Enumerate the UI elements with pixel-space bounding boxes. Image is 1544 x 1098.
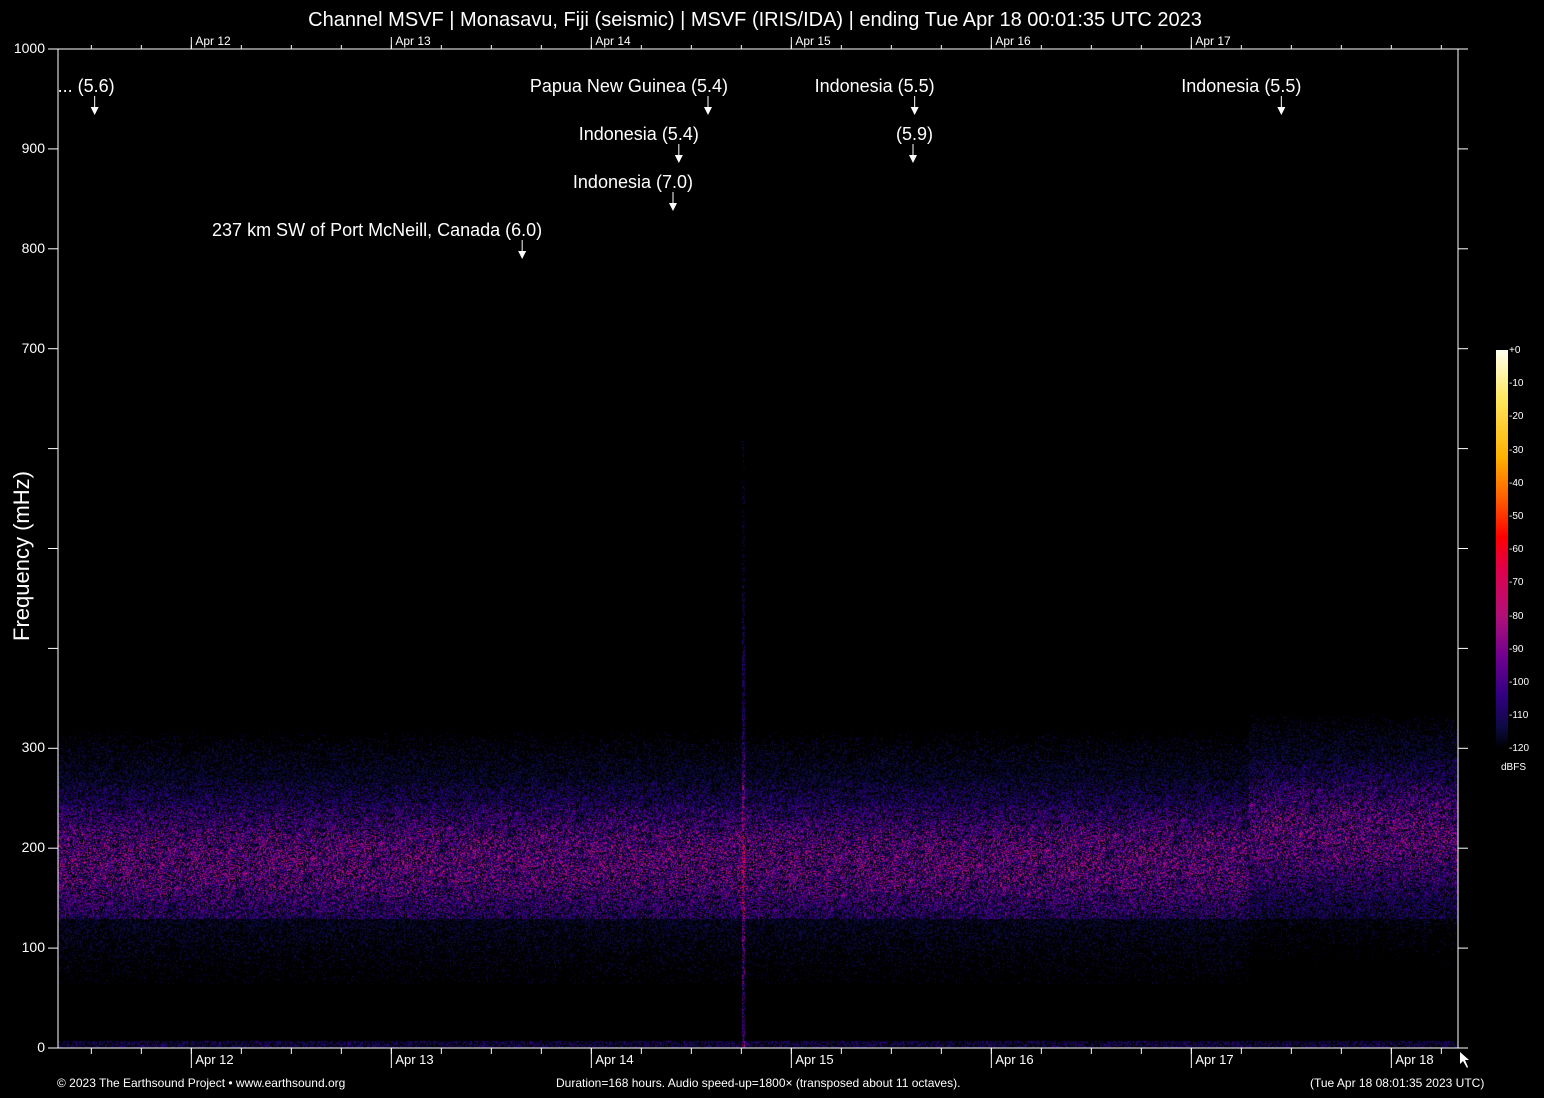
y-tick-label: 800 (21, 239, 45, 256)
y-tick-label: 700 (21, 339, 45, 356)
x-tick-label-top: Apr 14 (595, 34, 631, 48)
colorbar-tick-label: -70 (1509, 577, 1524, 589)
colorbar-tick-label: -60 (1509, 544, 1524, 556)
chart-axes (48, 37, 1469, 1068)
colorbar-unit: dBFS (1501, 762, 1527, 773)
x-tick-label: Apr 17 (1195, 1052, 1234, 1067)
x-tick-label: Apr 13 (395, 1052, 434, 1067)
x-tick-label-top: Apr 17 (1195, 34, 1231, 48)
y-tick-label: 300 (21, 739, 45, 756)
x-tick-label-top: Apr 16 (995, 34, 1031, 48)
colorbar-tick-label: -80 (1509, 610, 1524, 622)
event-label: Indonesia (5.5) (1181, 76, 1302, 96)
colorbar-tick-label: -110 (1509, 710, 1529, 722)
event-arrow-icon (669, 203, 677, 211)
colorbar-tick-label: -90 (1509, 643, 1524, 655)
colorbar (1496, 350, 1508, 748)
y-tick-label: 100 (21, 939, 45, 956)
event-label: Indonesia (5.5) (814, 76, 935, 96)
y-tick-label: 1000 (13, 40, 45, 56)
event-arrow-icon (909, 155, 917, 163)
local-time: (Tue Apr 18 08:01:35 2023 UTC) (1310, 1076, 1485, 1090)
event-arrow-icon (518, 251, 527, 259)
y-tick-label: 900 (21, 139, 45, 156)
event-label: Indonesia (5.4) (578, 124, 699, 144)
end-marker-icon (1460, 1052, 1469, 1068)
event-arrow-icon (910, 107, 919, 115)
y-tick-label: 200 (21, 839, 45, 856)
event-label: Indonesia (7.0) (572, 172, 693, 192)
duration-info: Duration=168 hours. Audio speed-up=1800×… (556, 1076, 961, 1090)
colorbar-tick-label: -30 (1509, 444, 1524, 456)
event-label: ... (5.6) (57, 76, 115, 96)
colorbar-tick-label: -20 (1509, 411, 1524, 423)
x-tick-label: Apr 14 (595, 1052, 634, 1067)
colorbar-tick-label: +0 (1509, 345, 1521, 356)
x-tick-label: Apr 12 (195, 1052, 234, 1067)
event-label: (5.9) (895, 124, 933, 144)
colorbar-tick-label: -40 (1509, 477, 1524, 489)
colorbar-tick-label: -10 (1509, 378, 1524, 390)
y-axis-label: Frequency (mHz) (9, 471, 34, 641)
x-tick-label-top: Apr 13 (395, 34, 431, 48)
x-tick-label-top: Apr 15 (795, 34, 831, 48)
event-arrow-icon (1277, 107, 1286, 115)
chart-title: Channel MSVF | Monasavu, Fiji (seismic) … (308, 9, 1202, 31)
x-tick-label: Apr 15 (795, 1052, 834, 1067)
event-arrow-icon (90, 107, 99, 115)
x-tick-label-top: Apr 12 (195, 34, 231, 48)
event-label: Papua New Guinea (5.4) (529, 76, 728, 96)
event-label: 237 km SW of Port McNeill, Canada (6.0) (212, 220, 543, 240)
colorbar-tick-label: -120 (1509, 743, 1530, 755)
colorbar-tick-label: -100 (1509, 677, 1530, 688)
event-arrow-icon (704, 107, 712, 115)
colorbar-tick-label: -50 (1509, 511, 1524, 522)
copyright-text: © 2023 The Earthsound Project • www.eart… (57, 1076, 346, 1090)
y-tick-label: 0 (37, 1039, 45, 1055)
x-tick-label: Apr 16 (995, 1052, 1034, 1067)
event-arrow-icon (674, 155, 683, 163)
x-tick-label: Apr 18 (1395, 1052, 1434, 1067)
